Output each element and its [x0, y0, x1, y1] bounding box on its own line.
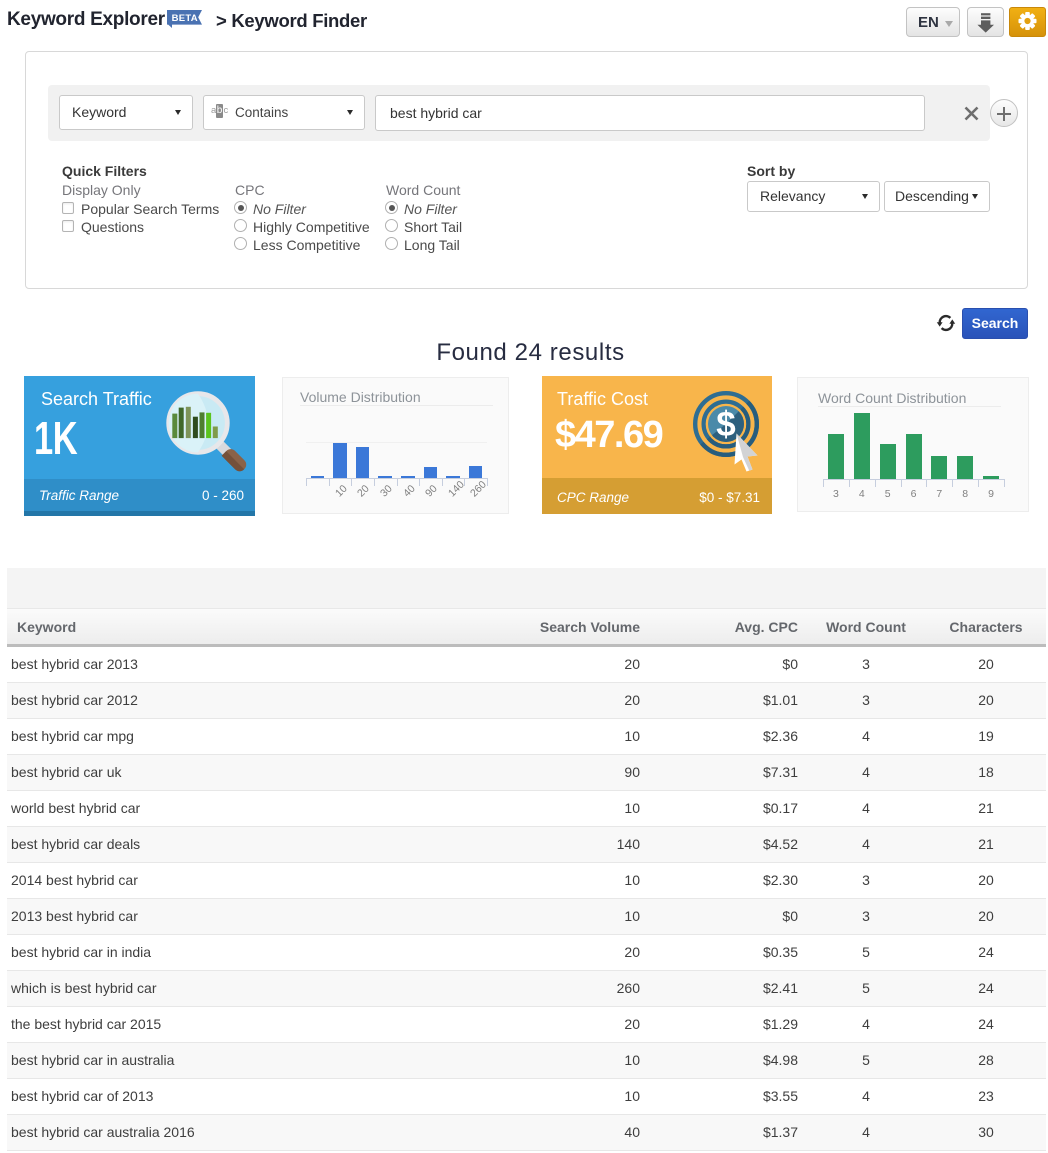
svg-text:$: $: [716, 405, 735, 444]
svg-text:BETA: BETA: [172, 13, 198, 24]
